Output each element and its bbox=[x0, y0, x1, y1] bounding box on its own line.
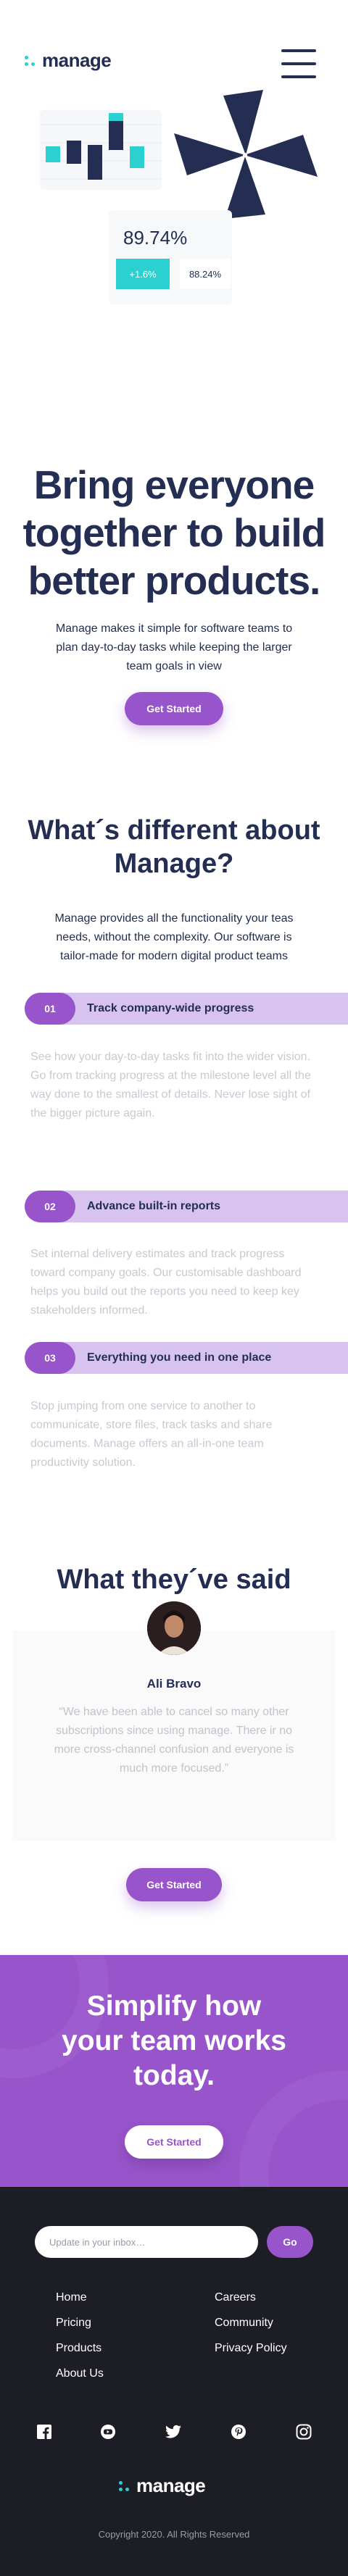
feature-text: Stop jumping from one service to another… bbox=[30, 1400, 273, 1469]
percentage-value: 89.74% bbox=[123, 227, 188, 249]
cta-title-line: today. bbox=[133, 2060, 215, 2091]
pinwheel-graphic bbox=[174, 90, 318, 219]
cta-section: Simplify how your team works today. Get … bbox=[0, 1955, 348, 2187]
footer-link-about-us[interactable]: About Us bbox=[56, 2367, 104, 2380]
newsletter-input[interactable] bbox=[35, 2226, 258, 2258]
hamburger-menu-icon[interactable] bbox=[281, 49, 316, 78]
avatar bbox=[147, 1601, 201, 1655]
site-footer: Go Home Pricing Products About Us Career… bbox=[0, 2187, 348, 2576]
feature-number-badge: 02 bbox=[25, 1191, 75, 1222]
get-started-button[interactable]: Get Started bbox=[125, 692, 223, 725]
feature-text: Set internal delivery estimates and trac… bbox=[30, 1248, 302, 1317]
hero-illustration bbox=[0, 80, 348, 312]
youtube-icon[interactable] bbox=[99, 2422, 117, 2441]
feature-number-badge: 01 bbox=[25, 993, 75, 1025]
avatar-portrait-icon bbox=[147, 1601, 201, 1655]
cta-title-line: Simplify how bbox=[86, 1991, 262, 2022]
instagram-icon[interactable] bbox=[294, 2422, 313, 2441]
pinterest-icon[interactable] bbox=[229, 2422, 248, 2441]
footer-link-pricing[interactable]: Pricing bbox=[56, 2317, 91, 2330]
hero-title: Bring everyone together to build better … bbox=[0, 461, 348, 604]
facebook-icon[interactable] bbox=[35, 2422, 54, 2441]
site-logo[interactable]: manage bbox=[25, 49, 112, 72]
testimonial-name: Ali Bravo bbox=[146, 1677, 202, 1691]
footer-logo-text: manage bbox=[136, 2475, 206, 2496]
cta-get-started-button[interactable]: Get Started bbox=[125, 2125, 223, 2159]
copyright-text: Copyright 2020. All Rights Reserved bbox=[98, 2529, 250, 2540]
hero-title-line: Bring everyone bbox=[33, 462, 315, 507]
stat-secondary-badge: 88.24% bbox=[180, 259, 231, 289]
bar-chart-card bbox=[40, 110, 162, 190]
newsletter-go-button[interactable]: Go bbox=[267, 2226, 313, 2258]
hero-title-line: better products. bbox=[28, 558, 321, 603]
landing-page: manage 89.74% +1.6% 88.24% Bring everyon… bbox=[0, 0, 348, 2576]
bar-chart-graphic bbox=[40, 113, 162, 180]
testimonial-quote: “We have been able to cancel so many oth… bbox=[54, 1706, 294, 1775]
percentage-card bbox=[109, 210, 232, 304]
footer-link-careers[interactable]: Careers bbox=[215, 2291, 256, 2304]
cta-title: Simplify how your team works today. bbox=[0, 1989, 348, 2093]
features-title-line: Manage? bbox=[114, 849, 234, 879]
logo-mark-icon bbox=[25, 55, 35, 66]
footer-link-home[interactable]: Home bbox=[56, 2291, 87, 2304]
twitter-icon[interactable] bbox=[164, 2422, 183, 2441]
hero-description: Manage makes it simple for software team… bbox=[55, 622, 293, 672]
feature-title: Track company-wide progress bbox=[87, 1002, 254, 1014]
logo-mark-icon bbox=[119, 2480, 129, 2491]
feature-text: See how your day-to-day tasks fit into t… bbox=[30, 1051, 311, 1120]
stat-up-badge: +1.6% bbox=[116, 259, 170, 289]
cta-title-line: your team works bbox=[62, 2025, 286, 2056]
feature-number-badge: 03 bbox=[25, 1342, 75, 1374]
footer-link-privacy-policy[interactable]: Privacy Policy bbox=[215, 2342, 287, 2355]
logo-text: manage bbox=[42, 49, 112, 71]
hero-title-line: together to build bbox=[22, 510, 326, 555]
features-title-line: What´s different about bbox=[28, 815, 320, 846]
testimonials-title: What they´ve said bbox=[57, 1564, 291, 1595]
features-title: What´s different about Manage? bbox=[0, 814, 348, 880]
feature-title: Advance built-in reports bbox=[87, 1200, 221, 1212]
features-description: Manage provides all the functionality yo… bbox=[54, 912, 294, 962]
footer-link-products[interactable]: Products bbox=[56, 2342, 102, 2355]
footer-link-community[interactable]: Community bbox=[215, 2317, 273, 2330]
get-started-button[interactable]: Get Started bbox=[126, 1868, 222, 1901]
footer-logo[interactable]: manage bbox=[119, 2475, 206, 2497]
feature-title: Everything you need in one place bbox=[87, 1351, 272, 1364]
